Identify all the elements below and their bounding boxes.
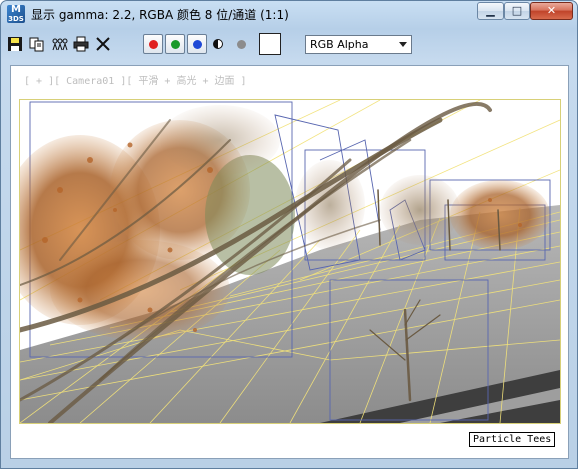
alpha-channel-icon[interactable]	[237, 40, 246, 49]
app-icon-letter: M	[11, 4, 21, 15]
blue-channel-icon	[193, 40, 202, 49]
app-icon: M 3DS	[7, 5, 25, 23]
title-bar[interactable]: M 3DS 显示 gamma: 2.2, RGBA 颜色 8 位/通道 (1:1…	[1, 1, 577, 27]
green-channel-icon	[171, 40, 180, 49]
maximize-icon: □	[511, 4, 523, 17]
app-icon-subtext: 3DS	[8, 15, 24, 23]
clear-icon[interactable]	[95, 36, 111, 52]
color-swatch[interactable]	[259, 33, 281, 55]
rendered-scene	[20, 100, 560, 423]
render-info-tag: Particle Tees	[469, 432, 556, 447]
save-icon[interactable]	[7, 36, 23, 52]
close-icon: ✕	[546, 4, 557, 17]
maximize-button[interactable]: □	[504, 2, 530, 20]
clone-icon[interactable]	[51, 36, 68, 52]
channel-display-dropdown[interactable]: RGB Alpha	[305, 35, 412, 54]
copy-icon[interactable]	[29, 36, 45, 52]
minimize-button[interactable]: ▁	[477, 2, 504, 20]
viewport-label[interactable]: [ + ][ Camera01 ][ 平滑 + 高光 + 边面 ]	[24, 72, 247, 87]
red-channel-icon	[149, 40, 158, 49]
chevron-down-icon	[399, 42, 407, 47]
close-button[interactable]: ✕	[530, 2, 573, 20]
blue-channel-button[interactable]	[187, 34, 207, 54]
render-frame-window: M 3DS 显示 gamma: 2.2, RGBA 颜色 8 位/通道 (1:1…	[0, 0, 578, 469]
render-toolbar: RGB Alpha	[7, 31, 569, 59]
red-channel-button[interactable]	[143, 34, 163, 54]
render-image	[19, 99, 561, 424]
mono-toggle-icon[interactable]	[213, 39, 223, 49]
minimize-icon: ▁	[486, 4, 495, 17]
window-title: 显示 gamma: 2.2, RGBA 颜色 8 位/通道 (1:1)	[31, 8, 289, 22]
channel-display-value: RGB Alpha	[310, 38, 369, 51]
green-channel-button[interactable]	[165, 34, 185, 54]
print-icon[interactable]	[73, 36, 89, 52]
render-frame: [ + ][ Camera01 ][ 平滑 + 高光 + 边面 ] Partic…	[10, 65, 569, 459]
